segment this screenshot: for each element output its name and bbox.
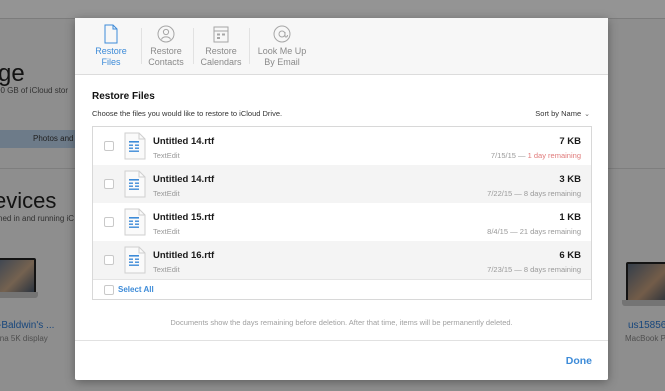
section-title: Restore Files [92,91,155,102]
rtf-document-icon [124,208,146,236]
tab-look-me-up-label-2: By Email [264,57,300,67]
document-icon [104,24,118,44]
file-size: 6 KB [559,250,581,261]
file-checkbox[interactable] [104,255,114,265]
tab-bar: Restore Files Restore Contacts Restore C… [75,18,608,75]
file-row[interactable]: Untitled 15.rtf TextEdit 1 KB 8/4/15 — 2… [93,203,591,241]
select-all-row: Select All [93,279,591,300]
tab-separator [141,28,142,64]
file-row[interactable]: Untitled 14.rtf TextEdit 3 KB 7/22/15 — … [93,165,591,203]
file-size: 7 KB [559,136,581,147]
sort-dropdown[interactable]: Sort by Name ⌄ [535,109,590,118]
file-checkbox[interactable] [104,141,114,151]
tab-restore-contacts[interactable]: Restore Contacts [143,18,189,74]
file-date-value: 7/15/15 [490,151,516,160]
rtf-document-icon [124,132,146,160]
restore-files-dialog: Restore Files Restore Contacts Restore C… [75,18,608,380]
file-remaining: 8 days remaining [523,189,581,198]
file-size: 3 KB [559,174,581,185]
footer-divider [75,340,608,341]
select-all-link[interactable]: Select All [118,285,154,294]
tab-look-me-up-by-email[interactable]: Look Me Up By Email [253,18,311,74]
file-app: TextEdit [153,227,180,236]
done-button[interactable]: Done [566,355,592,367]
instructions-text: Choose the files you would like to resto… [92,109,283,118]
tab-restore-files-label-2: Files [101,57,121,67]
file-name: Untitled 14.rtf [153,136,215,147]
file-app: TextEdit [153,151,180,160]
file-date-value: 7/23/15 [487,265,513,274]
file-date: 7/22/15 — 8 days remaining [487,189,581,198]
tab-restore-calendars-label-2: Calendars [200,57,242,67]
file-name: Untitled 14.rtf [153,174,215,185]
tab-look-me-up-label-1: Look Me Up [257,46,307,56]
file-date: 7/23/15 — 8 days remaining [487,265,581,274]
tab-separator [249,28,250,64]
tab-restore-files-label-1: Restore [95,46,127,56]
rtf-document-icon [124,246,146,274]
file-date: 8/4/15 — 21 days remaining [487,227,581,236]
tab-restore-calendars[interactable]: Restore Calendars [196,18,246,74]
tab-restore-contacts-label-1: Restore [150,46,182,56]
select-all-checkbox[interactable] [104,285,114,295]
date-separator: — [515,151,528,160]
rtf-document-icon [124,170,146,198]
file-name: Untitled 16.rtf [153,250,215,261]
tab-restore-calendars-label-1: Restore [205,46,237,56]
file-checkbox[interactable] [104,217,114,227]
file-checkbox[interactable] [104,179,114,189]
file-remaining: 21 days remaining [519,227,581,236]
file-app: TextEdit [153,265,180,274]
file-remaining-warning: 1 day remaining [527,151,581,160]
file-date: 7/15/15 — 1 day remaining [491,151,581,160]
deletion-footnote: Documents show the days remaining before… [170,318,513,327]
file-app: TextEdit [153,189,180,198]
file-row[interactable]: Untitled 16.rtf TextEdit 6 KB 7/23/15 — … [93,241,591,279]
file-row[interactable]: Untitled 14.rtf TextEdit 7 KB 7/15/15 — … [93,127,591,165]
file-remaining: 8 days remaining [523,265,581,274]
tab-separator [193,28,194,64]
date-separator: — [512,189,524,198]
file-name: Untitled 15.rtf [153,212,215,223]
file-list: Untitled 14.rtf TextEdit 7 KB 7/15/15 — … [92,126,592,300]
at-icon [273,25,291,43]
date-separator: — [508,227,520,236]
tab-restore-contacts-label-2: Contacts [148,57,184,67]
file-date-value: 8/4/15 [487,227,509,236]
contacts-icon [157,25,175,43]
sort-label: Sort by Name [535,109,582,118]
calendar-icon [213,26,229,43]
file-size: 1 KB [559,212,581,223]
chevron-down-icon: ⌄ [584,111,590,118]
file-date-value: 7/22/15 [487,189,513,198]
tab-restore-files[interactable]: Restore Files [85,18,137,74]
date-separator: — [512,265,524,274]
